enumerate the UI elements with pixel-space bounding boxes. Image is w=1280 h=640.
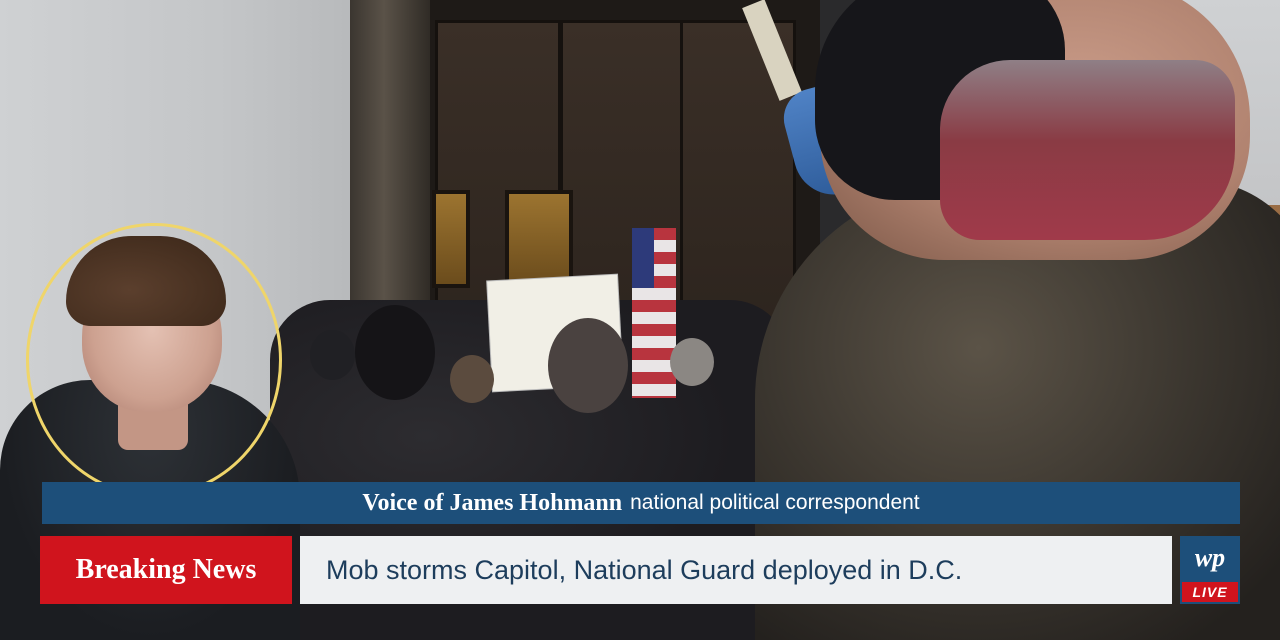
door-window (432, 190, 470, 288)
crowd-person (670, 338, 714, 386)
live-badge: LIVE (1182, 582, 1238, 602)
crowd-person (310, 330, 355, 380)
wp-logo-icon: wp (1194, 543, 1226, 572)
carved-pillar (350, 0, 435, 330)
breaking-news-badge: Breaking News (40, 536, 292, 604)
crowd-person (548, 318, 628, 413)
crowd-person (450, 355, 494, 403)
voice-name: Voice of James Hohmann (362, 489, 623, 516)
door-window (505, 190, 573, 288)
washington-post-logo: wp LIVE (1180, 536, 1240, 604)
face-mask (940, 60, 1235, 240)
american-flag (632, 228, 676, 398)
headline: Mob storms Capitol, National Guard deplo… (300, 536, 1172, 604)
highlight-circle (26, 223, 282, 497)
voice-role: national political correspondent (630, 491, 920, 514)
voice-banner: Voice of James Hohmann national politica… (42, 482, 1240, 524)
crowd-person (355, 305, 435, 400)
